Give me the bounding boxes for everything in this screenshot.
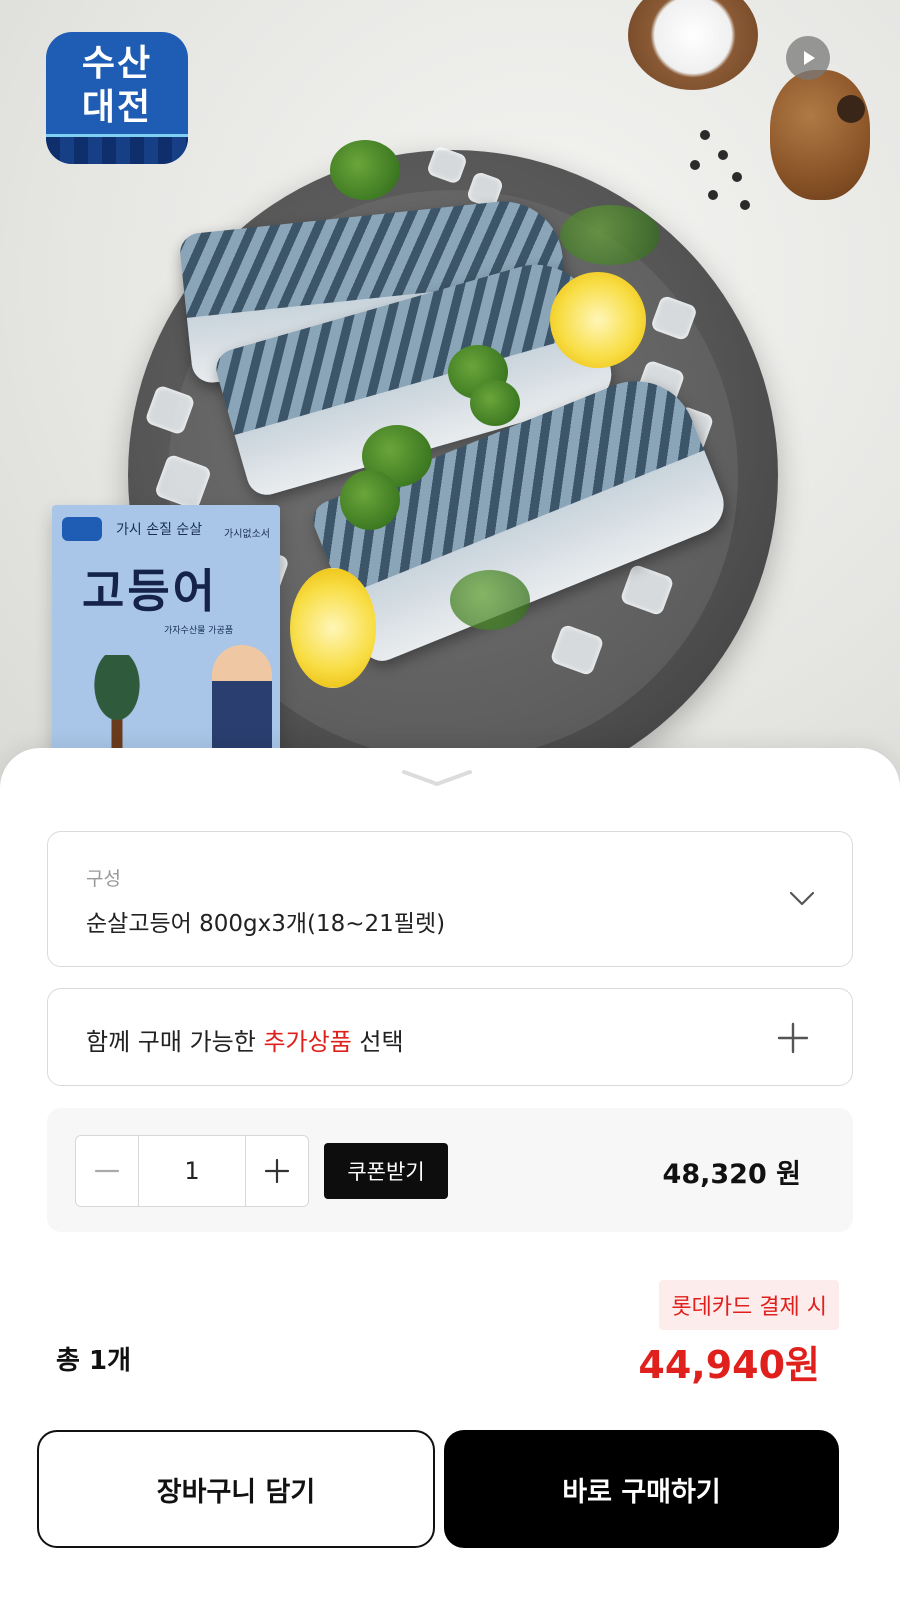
buy-now-button[interactable]: 바로 구매하기: [444, 1430, 839, 1548]
package-small-text: 가자수산물 가공품: [164, 626, 234, 636]
chevron-down-icon: [789, 891, 815, 906]
increase-quantity-button[interactable]: [246, 1136, 308, 1206]
purchase-bottom-sheet: 구성 순살고등어 800gx3개(18~21필렛) 함께 구매 가능한 추가상품…: [0, 748, 900, 1612]
play-icon: [804, 51, 815, 65]
salt-bowl: [628, 0, 758, 90]
config-select[interactable]: 구성 순살고등어 800gx3개(18~21필렛): [47, 831, 853, 967]
addon-highlight: 추가상품: [263, 1028, 352, 1056]
logo-line-2: 대전: [81, 87, 153, 128]
package-corner-text: 가시없소서: [224, 529, 270, 540]
plus-icon: [777, 1022, 809, 1054]
lemon-slice: [550, 272, 646, 368]
config-value: 순살고등어 800gx3개(18~21필렛): [86, 911, 446, 937]
package-title: 고등어: [82, 564, 218, 618]
total-count: 총 1개: [56, 1346, 131, 1376]
coupon-button[interactable]: 쿠폰받기: [324, 1143, 448, 1199]
logo-line-1: 수산: [81, 43, 153, 84]
video-play-button[interactable]: [786, 36, 830, 80]
addon-select[interactable]: 함께 구매 가능한 추가상품 선택: [47, 988, 853, 1086]
handle-chevron-icon: [402, 770, 472, 787]
brand-logo: 수산 대전: [46, 32, 188, 164]
package-subtitle: 가시 손질 순살: [116, 522, 203, 538]
card-promo-badge: 롯데카드 결제 시: [659, 1280, 839, 1330]
decrease-quantity-button[interactable]: [76, 1136, 138, 1206]
sheet-collapse-handle[interactable]: [400, 766, 474, 796]
plus-icon: [264, 1158, 290, 1184]
pine-tree-illustration: [72, 655, 162, 755]
lemon-slice: [290, 568, 376, 688]
product-image: 수산 대전 가시 손질 순살 가시없소서 고등어 가자수산물 가공품: [0, 0, 900, 800]
package-badge: [62, 517, 102, 541]
quantity-panel: 1 쿠폰받기 48,320 원: [47, 1108, 853, 1232]
line-price: 48,320 원: [662, 1159, 801, 1190]
addon-label: 함께 구매 가능한 추가상품 선택: [86, 1028, 404, 1056]
pepper-grinder: [770, 70, 870, 200]
add-to-cart-button[interactable]: 장바구니 담기: [37, 1430, 435, 1548]
scholar-illustration: [212, 645, 272, 765]
quantity-value[interactable]: 1: [138, 1136, 246, 1206]
minus-icon: [94, 1169, 120, 1173]
final-price: 44,940원: [638, 1343, 820, 1387]
quantity-stepper: 1: [75, 1135, 309, 1207]
product-package: 가시 손질 순살 가시없소서 고등어 가자수산물 가공품: [52, 505, 280, 765]
config-label: 구성: [86, 868, 121, 890]
